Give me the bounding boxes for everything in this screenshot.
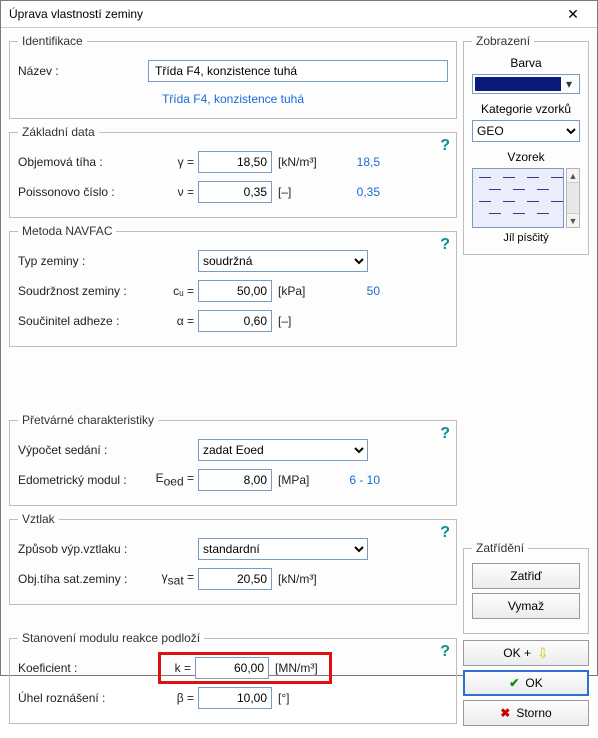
help-icon[interactable]: ? xyxy=(440,137,450,155)
ok-plus-button[interactable]: OK +⇩ xyxy=(463,640,589,666)
label-calc: Výpočet sedání : xyxy=(18,443,148,457)
input-cohesion[interactable] xyxy=(198,280,272,302)
unit-cohesion: [kPa] xyxy=(272,284,330,298)
ident-subtitle: Třída F4, konzistence tuhá xyxy=(18,92,448,106)
select-category[interactable]: GEO xyxy=(472,120,580,142)
group-ident: Identifikace Název : Třída F4, konzisten… xyxy=(9,34,457,119)
sym-eoed: Eoed = xyxy=(148,471,198,488)
label-category: Kategorie vzorků xyxy=(472,102,580,116)
label-sample: Vzorek xyxy=(472,150,580,164)
label-cohesion: Soudržnost zeminy : xyxy=(18,284,148,298)
hint-eoed: 6 - 10 xyxy=(330,473,380,487)
help-icon[interactable]: ? xyxy=(440,643,450,661)
sym-beta: β = xyxy=(148,691,198,705)
unit-sat: [kN/m³] xyxy=(272,572,330,586)
window-title: Úprava vlastností zeminy xyxy=(9,7,553,21)
legend-modk: Stanovení modulu reakce podloží xyxy=(18,631,204,645)
help-icon[interactable]: ? xyxy=(440,425,450,443)
group-uplift: Vztlak ? Způsob výp.vztlaku : standardní… xyxy=(9,512,457,605)
group-modk: Stanovení modulu reakce podloží ? Koefic… xyxy=(9,631,457,724)
scroll-down-icon[interactable]: ▼ xyxy=(567,213,579,227)
unit-adhesion: [–] xyxy=(272,314,330,328)
hint-cohesion: 50 xyxy=(330,284,380,298)
label-eoed: Edometrický modul : xyxy=(18,473,148,487)
legend-ident: Identifikace xyxy=(18,34,87,48)
close-button[interactable]: ✕ xyxy=(553,1,593,27)
label-beta: Úhel roznášení : xyxy=(18,691,148,705)
sym-poisson: ν = xyxy=(148,185,198,199)
sym-cohesion: cᵤ = xyxy=(148,284,198,298)
group-navfac: Metoda NAVFAC ? Typ zeminy : soudržná So… xyxy=(9,224,457,347)
label-soiltype: Typ zeminy : xyxy=(18,254,148,268)
unit-k: [MN/m³] xyxy=(269,661,325,675)
close-icon: ✖ xyxy=(500,706,510,720)
color-swatch xyxy=(475,77,561,91)
select-calc[interactable]: zadat Eoed xyxy=(198,439,368,461)
legend-deform: Přetvárné charakteristiky xyxy=(18,413,158,427)
label-upmethod: Způsob výp.vztlaku : xyxy=(18,542,148,556)
label-name: Název : xyxy=(18,64,148,78)
label-weight: Objemová tíha : xyxy=(18,155,148,169)
label-adhesion: Součinitel adheze : xyxy=(18,314,148,328)
input-poisson[interactable] xyxy=(198,181,272,203)
group-display: Zobrazení Barva ▾ Kategorie vzorků GEO V… xyxy=(463,34,589,255)
sample-scrollbar[interactable]: ▲ ▼ xyxy=(566,168,580,228)
unit-beta: [°] xyxy=(272,691,330,705)
sym-k: k = xyxy=(165,661,195,675)
hint-poisson: 0,35 xyxy=(330,185,380,199)
clear-button[interactable]: Vymaž xyxy=(472,593,580,619)
dialog-buttons: OK +⇩ ✔OK ✖Storno xyxy=(463,640,589,730)
input-weight[interactable] xyxy=(198,151,272,173)
help-icon[interactable]: ? xyxy=(440,236,450,254)
input-sat[interactable] xyxy=(198,568,272,590)
group-basic: Základní data ? Objemová tíha : γ = [kN/… xyxy=(9,125,457,218)
unit-eoed: [MPa] xyxy=(272,473,330,487)
ok-button[interactable]: ✔OK xyxy=(463,670,589,696)
sym-sat: γsat = xyxy=(148,570,198,587)
check-icon: ✔ xyxy=(509,676,519,690)
sym-adhesion: α = xyxy=(148,314,198,328)
color-picker[interactable]: ▾ xyxy=(472,74,580,94)
classify-button[interactable]: Zatřiď xyxy=(472,563,580,589)
help-icon[interactable]: ? xyxy=(440,524,450,542)
highlight-k: k = [MN/m³] xyxy=(158,652,332,684)
input-name[interactable] xyxy=(148,60,448,82)
input-beta[interactable] xyxy=(198,687,272,709)
label-poisson: Poissonovo číslo : xyxy=(18,185,148,199)
titlebar: Úprava vlastností zeminy ✕ xyxy=(1,1,597,28)
label-k: Koeficient : xyxy=(18,661,148,675)
sample-caption: Jíl písčitý xyxy=(472,232,580,244)
group-deform: Přetvárné charakteristiky ? Výpočet sedá… xyxy=(9,413,457,506)
label-sat: Obj.tíha sat.zeminy : xyxy=(18,572,148,586)
unit-poisson: [–] xyxy=(272,185,330,199)
unit-weight: [kN/m³] xyxy=(272,155,330,169)
sample-preview[interactable] xyxy=(472,168,564,228)
sym-weight: γ = xyxy=(148,155,198,169)
hint-weight: 18,5 xyxy=(330,155,380,169)
legend-navfac: Metoda NAVFAC xyxy=(18,224,116,238)
legend-basic: Základní data xyxy=(18,125,99,139)
group-classify: Zatřídění Zatřiď Vymaž xyxy=(463,541,589,634)
select-soiltype[interactable]: soudržná xyxy=(198,250,368,272)
cancel-button[interactable]: ✖Storno xyxy=(463,700,589,726)
dialog-window: Úprava vlastností zeminy ✕ Identifikace … xyxy=(0,0,598,676)
label-color: Barva xyxy=(472,56,580,70)
legend-display: Zobrazení xyxy=(472,34,534,48)
input-adhesion[interactable] xyxy=(198,310,272,332)
arrow-down-icon: ⇩ xyxy=(537,645,549,662)
legend-uplift: Vztlak xyxy=(18,512,59,526)
scroll-up-icon[interactable]: ▲ xyxy=(567,169,579,183)
legend-classify: Zatřídění xyxy=(472,541,528,555)
chevron-down-icon: ▾ xyxy=(561,77,577,91)
select-upmethod[interactable]: standardní xyxy=(198,538,368,560)
input-eoed[interactable] xyxy=(198,469,272,491)
